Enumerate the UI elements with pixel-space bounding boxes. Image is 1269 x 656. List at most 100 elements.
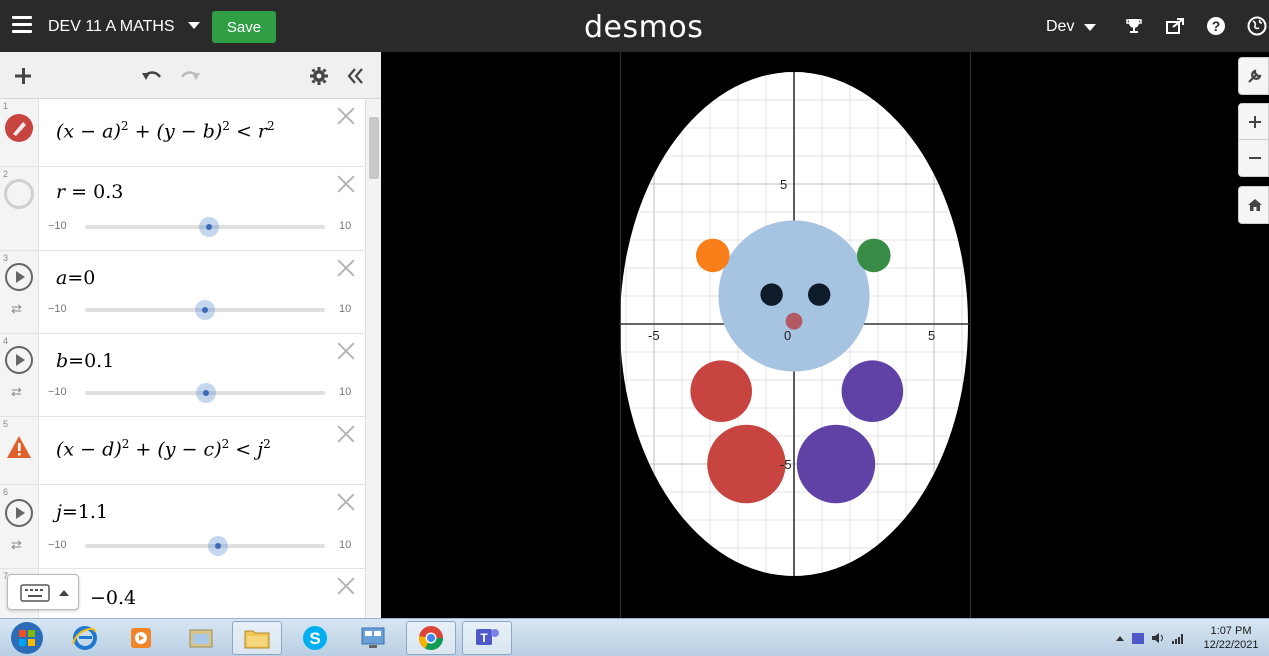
graph-title[interactable]: DEV 11 A MATHS: [48, 18, 175, 36]
svg-text:T: T: [480, 631, 488, 645]
slider[interactable]: −10 10: [48, 217, 358, 237]
delete-expression-icon[interactable]: [337, 425, 355, 443]
zoom-in-icon[interactable]: [1239, 104, 1269, 140]
slider-track[interactable]: [85, 383, 325, 403]
title-dropdown-icon[interactable]: [188, 22, 200, 29]
expression-row[interactable]: 3 ⇄ a=0 −10 10: [0, 251, 365, 334]
system-tray: [1114, 630, 1192, 646]
slider-thumb[interactable]: [208, 536, 229, 556]
expression-math[interactable]: r = 0.3: [56, 181, 123, 203]
clock-date: 12/22/2021: [1203, 639, 1259, 651]
graph-canvas[interactable]: -5 0 5 5 -5: [381, 52, 1269, 618]
expression-scrollbar[interactable]: [365, 99, 381, 618]
undo-icon[interactable]: [138, 62, 166, 90]
home-icon[interactable]: [1239, 187, 1269, 223]
delete-expression-icon[interactable]: [337, 107, 355, 125]
expression-math[interactable]: −0.4: [90, 587, 136, 609]
slider-thumb[interactable]: [195, 300, 215, 320]
chevron-up-icon: [59, 590, 69, 596]
eye-right: [808, 283, 831, 306]
svg-text:S: S: [309, 629, 320, 648]
slider-max[interactable]: 10: [339, 539, 351, 551]
redo-icon[interactable]: [176, 62, 204, 90]
expression-math[interactable]: (x − d)2 + (y − c)2 < j2: [56, 437, 271, 460]
slider-max[interactable]: 10: [339, 303, 351, 315]
top-header: DEV 11 A MATHS Save desmos Dev ?: [0, 0, 1269, 52]
scrollbar-thumb[interactable]: [369, 117, 379, 179]
circle-edit-icon[interactable]: [4, 113, 34, 148]
slider-thumb[interactable]: [196, 383, 217, 403]
slider-track[interactable]: [85, 217, 325, 237]
file-explorer-icon[interactable]: [232, 621, 282, 655]
slider-min[interactable]: −10: [48, 220, 67, 232]
slider[interactable]: −10 10: [48, 536, 358, 556]
clock[interactable]: 1:07 PM 12/22/2021: [1198, 624, 1264, 652]
media-player-icon[interactable]: [116, 621, 166, 655]
wrench-icon[interactable]: [1239, 58, 1269, 94]
zoom-out-icon[interactable]: [1239, 140, 1269, 176]
expression-math[interactable]: b=0.1: [56, 350, 114, 372]
settings-gear-icon[interactable]: [305, 62, 333, 90]
play-icon[interactable]: [5, 263, 33, 291]
control-panel-icon[interactable]: [348, 621, 398, 655]
tray-teams-icon: [1132, 633, 1144, 644]
expression-row[interactable]: 2 r = 0.3 −10 10: [0, 167, 365, 251]
help-icon[interactable]: ?: [1204, 14, 1228, 38]
menu-icon[interactable]: [12, 16, 32, 36]
expression-number: 6: [3, 487, 9, 497]
expression-row[interactable]: 6 ⇄ j=1.1 −10 10: [0, 485, 365, 569]
expression-number: 4: [3, 336, 9, 346]
folder-window-icon[interactable]: [176, 621, 226, 655]
start-button[interactable]: [2, 621, 52, 655]
graph-svg[interactable]: -5 0 5 5 -5: [381, 52, 1269, 618]
delete-expression-icon[interactable]: [337, 577, 355, 595]
add-item-icon[interactable]: [9, 62, 37, 90]
home-view-panel: [1238, 186, 1269, 224]
paw-upper-right: [841, 360, 904, 423]
windows-taskbar: S T 1:07 PM 12/22/2021: [0, 618, 1269, 656]
chrome-icon[interactable]: [406, 621, 456, 655]
delete-expression-icon[interactable]: [337, 493, 355, 511]
desmos-app: DEV 11 A MATHS Save desmos Dev ? 1 (x − …: [0, 0, 1269, 656]
loop-icon[interactable]: ⇄: [11, 384, 22, 400]
loop-icon[interactable]: ⇄: [11, 301, 22, 317]
collapse-panel-icon[interactable]: [342, 62, 370, 90]
slider[interactable]: −10 10: [48, 383, 358, 403]
expression-math[interactable]: a=0: [56, 267, 95, 289]
slider-min[interactable]: −10: [48, 303, 67, 315]
user-menu[interactable]: Dev: [1046, 18, 1074, 36]
warning-icon[interactable]: [6, 435, 32, 464]
delete-expression-icon[interactable]: [337, 342, 355, 360]
graph-settings-panel[interactable]: [1238, 57, 1269, 95]
globe-icon[interactable]: [1245, 14, 1269, 38]
user-dropdown-icon[interactable]: [1084, 24, 1096, 31]
expression-row[interactable]: 1 (x − a)2 + (y − b)2 < r2: [0, 99, 365, 167]
hidden-circle-icon[interactable]: [4, 179, 34, 209]
share-icon[interactable]: [1163, 14, 1187, 38]
delete-expression-icon[interactable]: [337, 259, 355, 277]
slider-min[interactable]: −10: [48, 539, 67, 551]
slider-thumb[interactable]: [198, 217, 219, 237]
save-button[interactable]: Save: [212, 11, 276, 43]
expression-row[interactable]: 5 (x − d)2 + (y − c)2 < j2: [0, 417, 365, 485]
delete-expression-icon[interactable]: [337, 175, 355, 193]
slider-track[interactable]: [85, 300, 325, 320]
teams-icon[interactable]: T: [462, 621, 512, 655]
slider[interactable]: −10 10: [48, 300, 358, 320]
keyboard-toggle-button[interactable]: [7, 574, 79, 610]
slider-min[interactable]: −10: [48, 386, 67, 398]
loop-icon[interactable]: ⇄: [11, 537, 22, 553]
expression-math[interactable]: j=1.1: [56, 501, 108, 523]
expression-row[interactable]: 4 ⇄ b=0.1 −10 10: [0, 334, 365, 417]
slider-max[interactable]: 10: [339, 220, 351, 232]
slider-max[interactable]: 10: [339, 386, 351, 398]
trophy-icon[interactable]: [1122, 14, 1146, 38]
eye-left: [760, 283, 783, 306]
play-icon[interactable]: [5, 346, 33, 374]
slider-track[interactable]: [85, 536, 325, 556]
internet-explorer-icon[interactable]: [60, 621, 110, 655]
expression-math[interactable]: (x − a)2 + (y − b)2 < r2: [56, 119, 275, 142]
expression-number: 5: [3, 419, 9, 429]
skype-icon[interactable]: S: [290, 621, 340, 655]
play-icon[interactable]: [5, 499, 33, 527]
